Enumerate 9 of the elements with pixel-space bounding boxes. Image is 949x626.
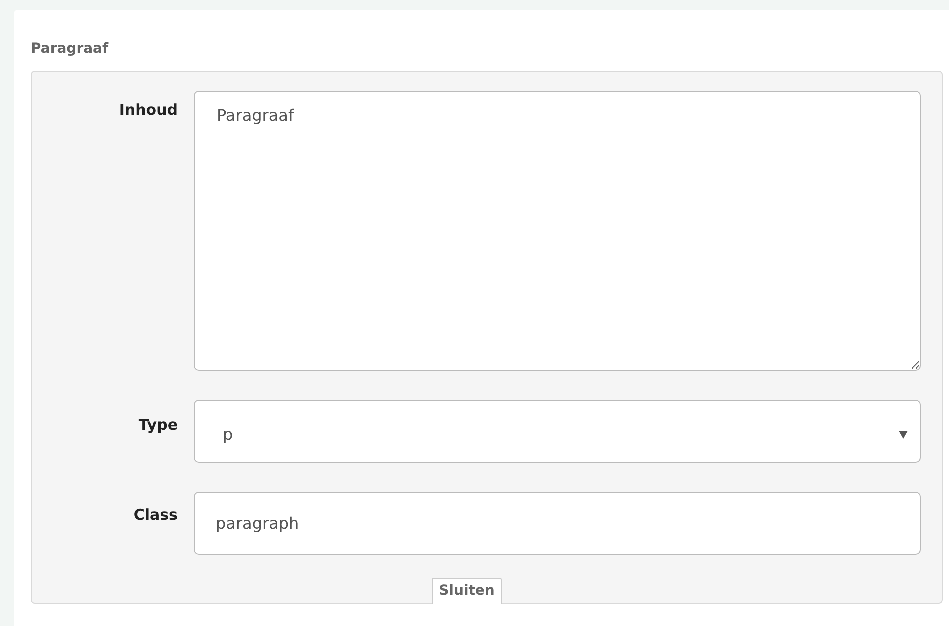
content-textarea[interactable]: Paragraaf — [194, 91, 921, 371]
close-button[interactable]: Sluiten — [432, 578, 502, 604]
field-label: Inhoud — [118, 100, 179, 119]
caret-icon — [899, 430, 908, 438]
panel-title: Paragraaf — [31, 41, 110, 59]
type-dropdown[interactable]: p — [194, 400, 921, 463]
field-label: Type — [138, 415, 179, 434]
field-label: Class — [132, 505, 179, 524]
class-input[interactable]: paragraph — [194, 492, 921, 555]
